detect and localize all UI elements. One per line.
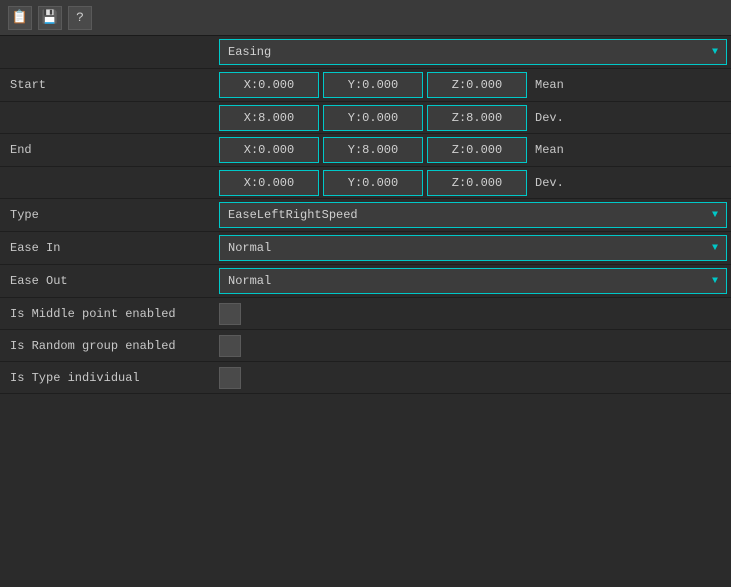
start-mean-y[interactable] [323,72,423,98]
random-group-content [215,332,731,360]
ease-in-value: Normal [228,241,271,255]
middle-point-label: Is Middle point enabled [0,301,215,327]
easing-dropdown[interactable]: Easing ▼ [219,39,727,65]
random-group-checkbox[interactable] [219,335,241,357]
end-dev-y[interactable] [323,170,423,196]
ease-out-value: Normal [228,274,271,288]
help-button[interactable]: ? [68,6,92,30]
type-individual-checkbox[interactable] [219,367,241,389]
toolbar: 📋 💾 ? [0,0,731,36]
type-individual-content [215,364,731,392]
ease-in-content: Normal ▼ [215,232,731,264]
type-row: Type EaseLeftRightSpeed ▼ [0,199,731,232]
start-dev-side: Dev. [531,111,569,125]
end-mean-y[interactable] [323,137,423,163]
random-group-label: Is Random group enabled [0,333,215,359]
end-dev-x[interactable] [219,170,319,196]
middle-point-content [215,300,731,328]
end-mean-group: Mean [219,137,569,163]
ease-in-arrow: ▼ [712,243,718,254]
main-content: Easing ▼ Start Mean [0,36,731,394]
ease-in-row: Ease In Normal ▼ [0,232,731,265]
easing-dropdown-arrow: ▼ [712,47,718,58]
type-content: EaseLeftRightSpeed ▼ [215,199,731,231]
start-mean-inputs: Mean [215,69,731,101]
middle-point-row: Is Middle point enabled [0,298,731,330]
ease-out-arrow: ▼ [712,276,718,287]
start-dev-z[interactable] [427,105,527,131]
end-section: End Mean Dev. [0,134,731,199]
type-individual-label: Is Type individual [0,365,215,391]
start-mean-group: Mean [219,72,569,98]
middle-point-checkbox[interactable] [219,303,241,325]
type-dropdown-value: EaseLeftRightSpeed [228,208,358,222]
ease-out-content: Normal ▼ [215,265,731,297]
easing-dropdown-label: Easing [228,45,271,59]
easing-label-empty [0,46,215,58]
end-dev-side: Dev. [531,176,569,190]
end-mean-x[interactable] [219,137,319,163]
easing-row: Easing ▼ [0,36,731,69]
copy-button[interactable]: 📋 [8,6,32,30]
ease-out-row: Ease Out Normal ▼ [0,265,731,298]
end-dev-empty [0,179,215,187]
end-label: End [0,139,215,161]
start-dev-y[interactable] [323,105,423,131]
end-dev-z[interactable] [427,170,527,196]
end-dev-row: Dev. [0,166,731,198]
type-dropdown[interactable]: EaseLeftRightSpeed ▼ [219,202,727,228]
start-dev-empty [0,114,215,122]
end-mean-inputs: Mean [215,134,731,166]
start-dev-inputs: Dev. [215,102,731,134]
start-mean-z[interactable] [427,72,527,98]
start-dev-x[interactable] [219,105,319,131]
start-mean-row: Start Mean [0,69,731,101]
type-label: Type [0,202,215,228]
save-button[interactable]: 💾 [38,6,62,30]
random-group-row: Is Random group enabled [0,330,731,362]
start-mean-side: Mean [531,78,569,92]
ease-out-dropdown[interactable]: Normal ▼ [219,268,727,294]
end-mean-row: End Mean [0,134,731,166]
end-dev-inputs: Dev. [215,167,731,199]
start-dev-row: Dev. [0,101,731,133]
ease-out-label: Ease Out [0,268,215,294]
end-mean-side: Mean [531,143,569,157]
start-section: Start Mean Dev. [0,69,731,134]
ease-in-label: Ease In [0,235,215,261]
easing-content: Easing ▼ [215,36,731,68]
type-individual-row: Is Type individual [0,362,731,394]
start-mean-x[interactable] [219,72,319,98]
end-dev-group: Dev. [219,170,569,196]
start-dev-group: Dev. [219,105,569,131]
type-dropdown-arrow: ▼ [712,210,718,221]
ease-in-dropdown[interactable]: Normal ▼ [219,235,727,261]
start-label: Start [0,74,215,96]
end-mean-z[interactable] [427,137,527,163]
